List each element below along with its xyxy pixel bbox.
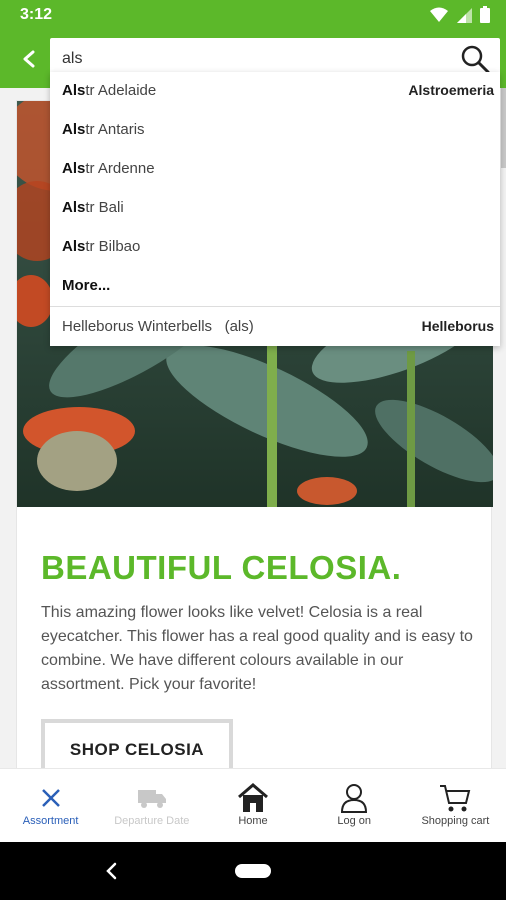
nav-label: Departure Date xyxy=(114,815,190,827)
promo-description: This amazing flower looks like velvet! C… xyxy=(41,604,473,693)
suggestions-divider xyxy=(50,306,500,307)
promo-headline: BEAUTIFUL CELOSIA. xyxy=(41,549,402,586)
home-icon xyxy=(236,781,270,815)
arrow-left-icon xyxy=(23,50,35,68)
system-nav-bar xyxy=(0,842,506,900)
truck-icon xyxy=(135,781,169,815)
scrollbar-thumb[interactable] xyxy=(501,88,506,168)
suggestion-item[interactable]: Alstr Ardenne xyxy=(50,150,500,188)
chevron-left-icon xyxy=(106,862,117,880)
suggestion-label: Alstr Antaris xyxy=(62,121,145,138)
nav-log-on[interactable]: Log on xyxy=(304,769,405,842)
status-time: 3:12 xyxy=(20,6,53,23)
more-label: More... xyxy=(62,277,111,294)
nav-home[interactable]: Home xyxy=(202,769,303,842)
suggestion-category: Alstroemeria xyxy=(408,82,494,98)
suggestion-category: Helleborus xyxy=(421,318,494,334)
nav-label: Assortment xyxy=(22,815,79,827)
cart-icon xyxy=(438,781,472,815)
suggestion-label: Alstr Bali xyxy=(62,199,124,216)
back-button[interactable] xyxy=(12,42,46,76)
search-icon xyxy=(461,45,490,74)
signal-icon xyxy=(457,7,472,23)
user-icon xyxy=(337,781,371,815)
close-icon xyxy=(34,781,68,815)
battery-icon xyxy=(480,6,490,23)
system-home-button[interactable] xyxy=(235,864,271,878)
suggestion-item[interactable]: Alstr Bilbao xyxy=(50,228,500,266)
suggestion-item[interactable]: Helleborus Winterbells (als) Helleborus xyxy=(50,308,500,346)
suggestion-label: Helleborus Winterbells (als) xyxy=(62,318,254,335)
more-suggestions-link[interactable]: More... xyxy=(50,267,500,305)
system-back-button[interactable] xyxy=(100,858,124,884)
status-icons xyxy=(430,6,490,23)
nav-label: Home xyxy=(238,815,268,827)
search-input[interactable] xyxy=(62,46,442,72)
suggestion-item[interactable]: Alstr Bali xyxy=(50,189,500,227)
suggestion-label: Alstr Ardenne xyxy=(62,160,155,177)
nav-label: Log on xyxy=(337,815,372,827)
status-bar: 3:12 xyxy=(0,0,506,30)
wifi-icon xyxy=(430,7,448,22)
suggestion-label: Alstr Adelaide xyxy=(62,82,157,99)
bottom-nav: Assortment Departure Date Home Log on Sh… xyxy=(0,768,506,842)
suggestion-item[interactable]: Alstr Adelaide Alstroemeria xyxy=(50,72,500,110)
nav-shopping-cart[interactable]: Shopping cart xyxy=(405,769,506,842)
nav-assortment[interactable]: Assortment xyxy=(0,769,101,842)
search-suggestions: Alstr Adelaide Alstroemeria Alstr Antari… xyxy=(50,72,500,346)
nav-departure-date[interactable]: Departure Date xyxy=(101,769,202,842)
nav-label: Shopping cart xyxy=(421,815,490,827)
suggestion-item[interactable]: Alstr Antaris xyxy=(50,111,500,149)
suggestion-label: Alstr Bilbao xyxy=(62,238,141,255)
